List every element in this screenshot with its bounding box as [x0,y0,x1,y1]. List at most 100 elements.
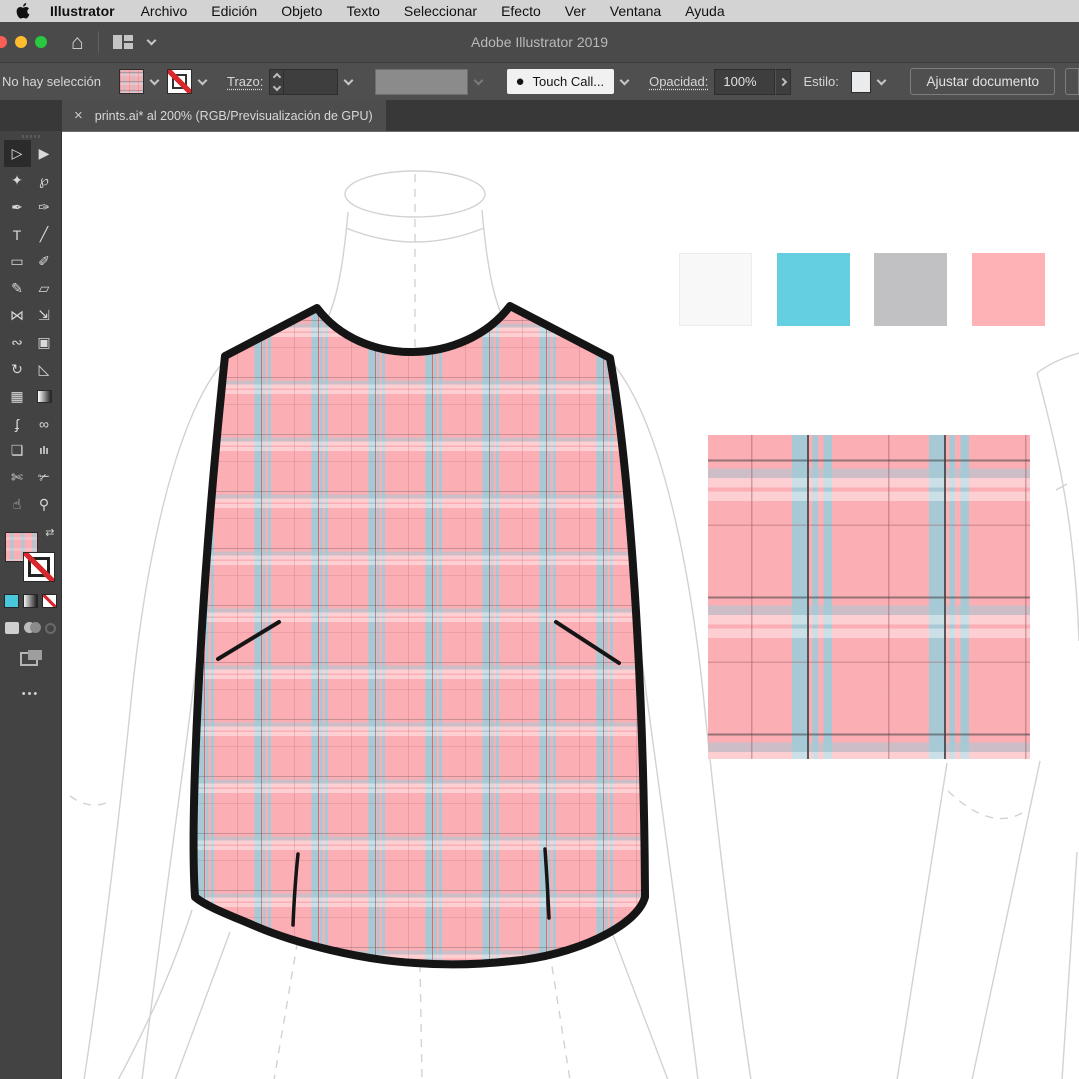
left-pocket-line [218,622,279,659]
tools-panel: ▷ ▶ ✦ ℘ ✒ ✑ T ╱ ▭ ✐ ✎ ▱ ⋈ ⇲ ∾ ▣ ↻ ◺ ▦ ʄ … [0,131,62,1079]
edit-toolbar-icon[interactable]: ••• [22,688,40,700]
document-tab[interactable]: × prints.ai* al 200% (RGB/Previsualizaci… [62,100,386,131]
menu-bar: Illustrator Archivo Edición Objeto Texto… [0,0,1079,22]
right-pocket-line [556,622,619,663]
draw-inside-icon [45,623,56,634]
tab-bar: × prints.ai* al 200% (RGB/Previsualizaci… [0,100,1079,131]
tab-close-icon[interactable]: × [74,108,83,123]
screen-mode-icon[interactable] [20,650,42,666]
stroke-weight-field[interactable] [284,69,338,95]
paintbrush-tool-icon[interactable]: ✐ [31,248,58,275]
title-bar: ⌂ Adobe Illustrator 2019 [0,22,1079,62]
rectangle-tool-icon[interactable]: ▭ [4,248,31,275]
color-chip-white[interactable] [679,253,752,326]
gradient-button[interactable] [23,594,38,608]
slice-tool-icon[interactable]: ✄ [4,464,31,491]
fit-document-button[interactable]: Ajustar documento [910,68,1055,95]
tab-label: prints.ai* al 200% (RGB/Previsualización… [95,109,373,123]
type-tool-icon[interactable]: T [4,221,31,248]
fill-chevron-icon[interactable] [150,75,160,85]
workspace-chevron-icon[interactable] [146,36,156,46]
curvature-tool-icon[interactable]: ✑ [31,194,58,221]
lasso-tool-icon[interactable]: ℘ [31,167,58,194]
menu-illustrator[interactable]: Illustrator [36,3,129,19]
close-window-button[interactable] [0,36,7,48]
stroke-weight-stepper[interactable] [269,69,284,95]
titlebar-separator [98,31,99,53]
stroke-weight-chevron-icon[interactable] [344,75,354,85]
shaper-tool-icon[interactable]: ✎ [4,275,31,302]
color-chip-cyan[interactable] [777,253,850,326]
menu-ventana[interactable]: Ventana [598,3,673,19]
brush-name: Touch Call... [533,74,605,89]
style-label: Estilo: [803,74,838,89]
menu-texto[interactable]: Texto [334,3,391,19]
color-button[interactable] [4,594,19,608]
free-transform-tool-icon[interactable]: ▣ [31,329,58,356]
rotate-view-tool-icon[interactable]: ↻ [4,356,31,383]
eraser-tool-icon[interactable]: ▱ [31,275,58,302]
stroke-weight-label: Trazo: [227,74,263,89]
mesh-tool-icon[interactable]: ▦ [4,383,31,410]
artboard-canvas[interactable] [62,131,1079,1079]
style-chevron-icon[interactable] [877,75,887,85]
width-profile-chevron-icon [474,75,484,85]
right-hem-slit [545,849,549,918]
draw-behind-icon[interactable] [24,622,40,634]
menu-seleccionar[interactable]: Seleccionar [392,3,489,19]
hand-tool-icon[interactable]: ☝ [4,491,31,518]
color-chip-pink[interactable] [972,253,1045,326]
blend-tool-icon[interactable]: ∞ [31,410,58,437]
perspective-grid-tool-icon[interactable]: ◺ [31,356,58,383]
stroke-chevron-icon[interactable] [198,75,208,85]
pen-tool-icon[interactable]: ✒ [4,194,31,221]
menu-ayuda[interactable]: Ayuda [673,3,736,19]
left-hem-slit [293,854,298,925]
brush-chevron-icon[interactable] [620,75,630,85]
plaid-pattern-swatch[interactable] [708,435,1030,759]
graphic-style-swatch[interactable] [851,71,872,93]
app-title: Adobe Illustrator 2019 [0,34,1079,50]
eyedropper-tool-icon[interactable]: ʄ [4,410,31,437]
magic-wand-tool-icon[interactable]: ✦ [4,167,31,194]
brush-definition-dropdown[interactable]: ● Touch Call... [507,69,614,94]
none-button[interactable] [42,594,57,608]
menu-ver[interactable]: Ver [553,3,598,19]
stroke-color-swatch[interactable] [167,69,192,94]
direct-selection-tool-icon[interactable]: ▷ [4,140,31,167]
brush-preview-icon: ● [515,74,524,89]
opacity-label: Opacidad: [649,74,708,89]
selection-status: No hay selección [2,74,101,89]
control-bar: No hay selección Trazo: ● Touch Call... … [0,62,1079,100]
artboard-tool-icon[interactable]: ❏ [4,437,31,464]
draw-normal-icon[interactable] [5,622,19,634]
graph-tool-icon[interactable]: ılı [31,437,58,464]
zoom-tool-icon[interactable]: ⚲ [31,491,58,518]
minimize-window-button[interactable] [15,36,27,48]
menu-archivo[interactable]: Archivo [129,3,200,19]
zoom-window-button[interactable] [35,36,47,48]
fill-stroke-indicator: ⇄ [5,528,57,582]
fill-color-swatch[interactable] [119,69,144,94]
menu-efecto[interactable]: Efecto [489,3,553,19]
gradient-tool-icon[interactable] [31,383,58,410]
menu-objeto[interactable]: Objeto [269,3,334,19]
stroke-indicator[interactable] [23,552,55,582]
selection-tool-icon[interactable]: ▶ [31,140,58,167]
shape-builder-tool-icon[interactable]: ∾ [4,329,31,356]
toolbar-grip[interactable] [22,135,40,138]
opacity-field[interactable]: 100% [714,69,774,95]
scale-tool-icon[interactable]: ⇲ [31,302,58,329]
workspace-layout-icon[interactable] [113,35,133,50]
partial-edge-button[interactable] [1065,68,1079,95]
apple-logo-icon[interactable] [10,3,36,19]
color-chip-gray[interactable] [874,253,947,326]
swap-fill-stroke-icon[interactable]: ⇄ [45,528,54,539]
line-segment-tool-icon[interactable]: ╱ [31,221,58,248]
opacity-expand-button[interactable] [775,69,792,95]
width-tool-icon[interactable]: ⋈ [4,302,31,329]
knife-tool-icon[interactable]: ✃ [31,464,58,491]
home-icon[interactable]: ⌂ [71,32,84,53]
menu-edicion[interactable]: Edición [199,3,269,19]
width-profile-dropdown[interactable] [375,69,468,95]
